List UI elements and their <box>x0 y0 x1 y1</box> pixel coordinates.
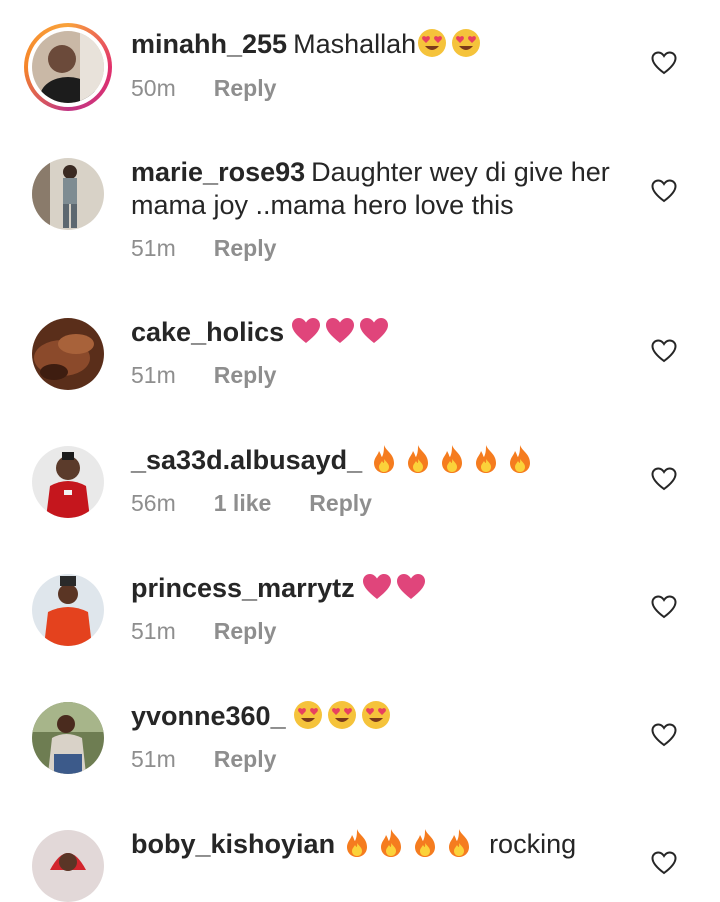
heart-eyes-icon <box>360 699 392 731</box>
reply-button[interactable]: Reply <box>214 618 277 644</box>
comment-username[interactable]: cake_holics <box>131 317 284 347</box>
comment-text: _sa33d.albusayd_ <box>131 443 631 477</box>
avatar[interactable] <box>32 158 104 230</box>
comment-time: 56m <box>131 490 176 516</box>
avatar[interactable] <box>32 446 104 518</box>
comment-text: princess_marrytz <box>131 571 631 605</box>
pink-heart-icon <box>358 315 390 347</box>
comment-body: Mashallah <box>293 29 417 59</box>
emoji-group <box>341 829 477 859</box>
emoji-group <box>290 317 392 347</box>
emoji-group <box>292 701 394 731</box>
heart-eyes-icon <box>292 699 324 731</box>
fire-icon <box>504 443 536 475</box>
fire-icon <box>409 827 441 859</box>
comment-time: 51m <box>131 235 176 261</box>
pink-heart-icon <box>290 315 322 347</box>
avatar[interactable] <box>32 574 104 646</box>
like-heart-icon[interactable] <box>651 467 677 491</box>
avatar[interactable] <box>32 702 104 774</box>
like-heart-icon[interactable] <box>651 851 677 875</box>
pink-heart-icon <box>361 571 393 603</box>
comment-username[interactable]: princess_marrytz <box>131 573 355 603</box>
comment-text: marie_rose93 Daughter wey di give her mam… <box>131 156 631 222</box>
fire-icon <box>436 443 468 475</box>
comment-username[interactable]: minahh_255 <box>131 29 287 59</box>
comment-username[interactable]: yvonne360_ <box>131 701 286 731</box>
like-heart-icon[interactable] <box>651 723 677 747</box>
heart-eyes-icon <box>416 27 448 59</box>
like-heart-icon[interactable] <box>651 179 677 203</box>
comment-username[interactable]: _sa33d.albusayd_ <box>131 445 362 475</box>
fire-icon <box>341 827 373 859</box>
emoji-group <box>368 445 538 475</box>
comment-username[interactable]: boby_kishoyian <box>131 829 335 859</box>
comment-meta: 50m Reply <box>131 75 314 102</box>
emoji-group <box>361 573 429 603</box>
heart-eyes-icon <box>450 27 482 59</box>
like-heart-icon[interactable] <box>651 339 677 363</box>
fire-icon <box>368 443 400 475</box>
avatar[interactable] <box>32 830 104 902</box>
reply-button[interactable]: Reply <box>214 746 277 772</box>
pink-heart-icon <box>395 571 427 603</box>
comment-text: cake_holics <box>131 315 631 349</box>
comment-time: 50m <box>131 75 176 101</box>
comment-text: minahh_255 Mashallah <box>131 27 631 61</box>
comment-meta: 51m Reply <box>131 618 314 645</box>
like-heart-icon[interactable] <box>651 51 677 75</box>
reply-button[interactable]: Reply <box>309 490 372 516</box>
fire-icon <box>375 827 407 859</box>
emoji-group <box>416 29 484 59</box>
comment-time: 51m <box>131 746 176 772</box>
likes-count[interactable]: 1 like <box>214 490 272 516</box>
fire-icon <box>402 443 434 475</box>
comment-time: 51m <box>131 618 176 644</box>
comment-text: boby_kishoyian rocking <box>131 827 631 861</box>
comment-meta: 51m Reply <box>131 235 314 262</box>
like-heart-icon[interactable] <box>651 595 677 619</box>
reply-button[interactable]: Reply <box>214 235 277 261</box>
comment-meta: 51m Reply <box>131 362 314 389</box>
comment-text: yvonne360_ <box>131 699 631 733</box>
comment-username[interactable]: marie_rose93 <box>131 157 305 187</box>
avatar[interactable] <box>24 23 112 111</box>
comment-meta: 56m 1 like Reply <box>131 490 410 517</box>
heart-eyes-icon <box>326 699 358 731</box>
pink-heart-icon <box>324 315 356 347</box>
reply-button[interactable]: Reply <box>214 362 277 388</box>
avatar[interactable] <box>32 318 104 390</box>
comment-time: 51m <box>131 362 176 388</box>
reply-button[interactable]: Reply <box>214 75 277 101</box>
comment-body: rocking <box>489 829 577 859</box>
comment-meta: 51m Reply <box>131 746 314 773</box>
fire-icon <box>443 827 475 859</box>
fire-icon <box>470 443 502 475</box>
